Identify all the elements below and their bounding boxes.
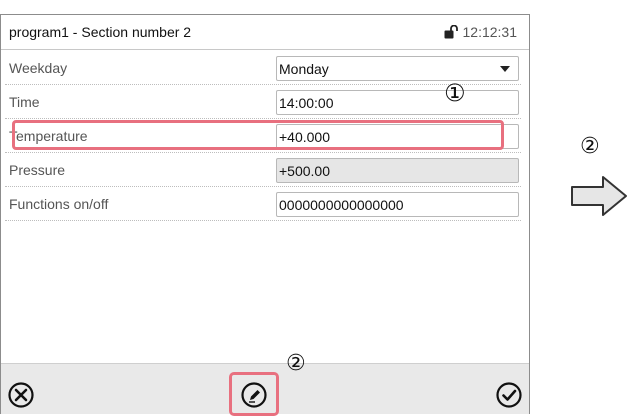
time-value: 14:00:00: [279, 95, 334, 111]
edit-pen-icon[interactable]: [241, 382, 267, 408]
row-label: Time: [9, 94, 40, 110]
weekday-value: Monday: [279, 61, 329, 77]
pressure-field: +500.00: [276, 158, 519, 183]
row-label: Weekday: [9, 60, 68, 76]
row-label: Functions on/off: [9, 196, 109, 212]
row-temperature: Temperature +40.000: [1, 119, 529, 153]
title-bar: program1 - Section number 2 12:12:31: [1, 15, 529, 50]
callout-marker-2-button: ②: [286, 351, 306, 376]
clock-time: 12:12:31: [462, 24, 518, 40]
row-functions: Functions on/off 0000000000000000: [1, 187, 529, 221]
row-divider: [5, 220, 521, 221]
callout-marker-2-arrow: ②: [580, 134, 600, 159]
chevron-down-icon: [500, 66, 510, 72]
callout-marker-1: ①: [444, 79, 466, 107]
row-label: Temperature: [9, 128, 88, 144]
functions-value: 0000000000000000: [279, 197, 404, 213]
temperature-field[interactable]: +40.000: [276, 124, 519, 149]
row-pressure: Pressure +500.00: [1, 153, 529, 187]
functions-field[interactable]: 0000000000000000: [276, 192, 519, 217]
controller-screen: program1 - Section number 2 12:12:31 Wee…: [0, 14, 530, 414]
arrow-right-icon: [571, 176, 627, 216]
pressure-value: +500.00: [279, 163, 330, 179]
page-title: program1 - Section number 2: [9, 24, 192, 40]
weekday-select[interactable]: Monday: [276, 56, 519, 81]
status-area: 12:12:31: [444, 24, 518, 40]
temperature-value: +40.000: [279, 129, 330, 145]
lock-icon: [444, 25, 458, 39]
row-label: Pressure: [9, 162, 66, 178]
confirm-check-icon[interactable]: [496, 382, 522, 408]
time-field[interactable]: 14:00:00: [276, 90, 519, 115]
cancel-icon[interactable]: [8, 382, 34, 408]
